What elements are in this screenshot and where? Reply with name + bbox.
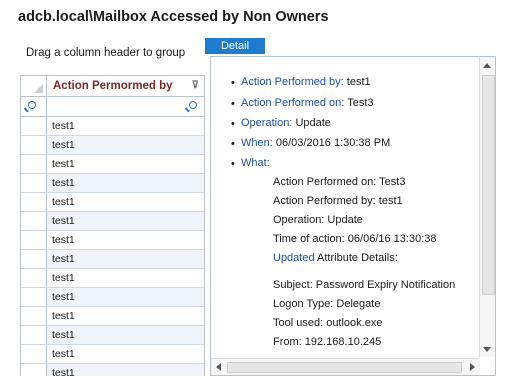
table-cell: test1	[52, 310, 75, 322]
table-cell: test1	[47, 174, 204, 192]
table-cell: test1	[52, 348, 75, 360]
detail-item-operation: Operation: Update	[241, 117, 331, 129]
detail-content: • Action Performed by: test1 • Action Pe…	[211, 57, 479, 357]
detail-panel: • Action Performed by: test1 • Action Pe…	[210, 56, 496, 376]
vertical-scroll-thumb[interactable]	[482, 75, 495, 295]
what-action-on: Action Performed on: Test3	[273, 176, 406, 188]
column-header-action-performed-by[interactable]: Action Permormed by ⊽	[47, 76, 204, 96]
table-cell: test1	[47, 364, 204, 376]
table-row[interactable]: test1	[21, 155, 204, 174]
corner-triangle-icon	[34, 84, 43, 93]
select-all-corner[interactable]	[21, 76, 47, 96]
table-row[interactable]: test1	[21, 269, 204, 288]
table-cell: test1	[52, 272, 75, 284]
row-selector[interactable]	[21, 269, 47, 287]
bullet: •	[231, 98, 235, 110]
row-selector[interactable]	[21, 231, 47, 249]
vertical-scrollbar[interactable]	[479, 57, 495, 357]
table-cell: test1	[47, 288, 204, 306]
column-header-label: Action Permormed by	[53, 80, 173, 92]
bullet: •	[231, 118, 235, 130]
scroll-right-arrow-icon[interactable]	[470, 363, 475, 371]
grid-header: Action Permormed by ⊽	[21, 76, 204, 97]
scroll-left-arrow-icon[interactable]	[216, 363, 221, 371]
table-row[interactable]: test1	[21, 231, 204, 250]
filter-row	[21, 97, 204, 117]
tab-detail[interactable]: Detail	[205, 38, 265, 54]
table-cell: test1	[47, 326, 204, 344]
table-cell: test1	[52, 196, 75, 208]
events-grid: Action Permormed by ⊽ test1 test1 test1 tes…	[20, 75, 205, 376]
row-selector[interactable]	[21, 193, 47, 211]
table-cell: test1	[52, 120, 75, 132]
detail-item-performed-on: Action Performed on: Test3	[241, 97, 374, 109]
table-row[interactable]: test1	[21, 250, 204, 269]
table-cell: test1	[47, 212, 204, 230]
row-selector[interactable]	[21, 250, 47, 268]
table-row[interactable]: test1	[21, 174, 204, 193]
row-selector[interactable]	[21, 212, 47, 230]
filter-row-selector[interactable]	[21, 97, 47, 116]
what-subject: Subject: Password Expiry Notification	[273, 279, 456, 291]
row-selector[interactable]	[21, 117, 47, 135]
what-operation: Operation: Update	[273, 214, 363, 226]
table-row[interactable]: test1	[21, 345, 204, 364]
detail-item-performed-by: Action Performed by: test1	[241, 76, 371, 88]
scroll-up-arrow-icon[interactable]	[483, 63, 491, 68]
table-row[interactable]: test1	[21, 288, 204, 307]
filter-icon[interactable]: ⊽	[192, 80, 199, 91]
what-time: Time of action: 06/06/16 13:30:38	[273, 233, 437, 245]
row-selector[interactable]	[21, 364, 47, 376]
table-cell: test1	[47, 136, 204, 154]
group-by-hint: Drag a column header to group	[26, 47, 186, 59]
table-cell: test1	[52, 234, 75, 246]
what-tool-used: Tool used: outlook.exe	[273, 317, 383, 329]
what-logon-type: Logon Type: Delegate	[273, 298, 381, 310]
table-cell: test1	[47, 250, 204, 268]
window-title: adcb.local\Mailbox Accessed by Non Owner…	[18, 9, 329, 25]
bullet: •	[231, 77, 235, 89]
detail-item-what: What:	[241, 157, 270, 169]
table-row[interactable]: test1	[21, 326, 204, 345]
scroll-down-arrow-icon[interactable]	[483, 347, 491, 352]
what-updated-details: Updated Attribute Details:	[273, 252, 398, 264]
what-action-by: Action Performed by: test1	[273, 195, 403, 207]
grid-rows: test1 test1 test1 test1 test1 test1 test1 test1…	[21, 117, 204, 376]
detail-item-when: When: 06/03/2016 1:30:38 PM	[241, 137, 391, 149]
row-selector[interactable]	[21, 288, 47, 306]
row-selector[interactable]	[21, 155, 47, 173]
horizontal-scrollbar[interactable]	[211, 358, 480, 375]
row-selector[interactable]	[21, 345, 47, 363]
column-filter-input[interactable]	[47, 97, 204, 116]
search-icon	[28, 101, 36, 109]
what-from: From: 192.168.10.245	[273, 336, 382, 348]
table-row[interactable]: test1	[21, 193, 204, 212]
table-cell: test1	[52, 158, 75, 170]
bullet: •	[231, 158, 235, 170]
table-row[interactable]: test1	[21, 136, 204, 155]
horizontal-scroll-thumb[interactable]	[227, 362, 462, 373]
table-row[interactable]: test1	[21, 307, 204, 326]
bullet: •	[231, 138, 235, 150]
table-row[interactable]: test1	[21, 364, 204, 376]
search-icon	[189, 101, 197, 109]
row-selector[interactable]	[21, 136, 47, 154]
table-row[interactable]: test1	[21, 117, 204, 136]
row-selector[interactable]	[21, 326, 47, 344]
table-row[interactable]: test1	[21, 212, 204, 231]
row-selector[interactable]	[21, 307, 47, 325]
row-selector[interactable]	[21, 174, 47, 192]
